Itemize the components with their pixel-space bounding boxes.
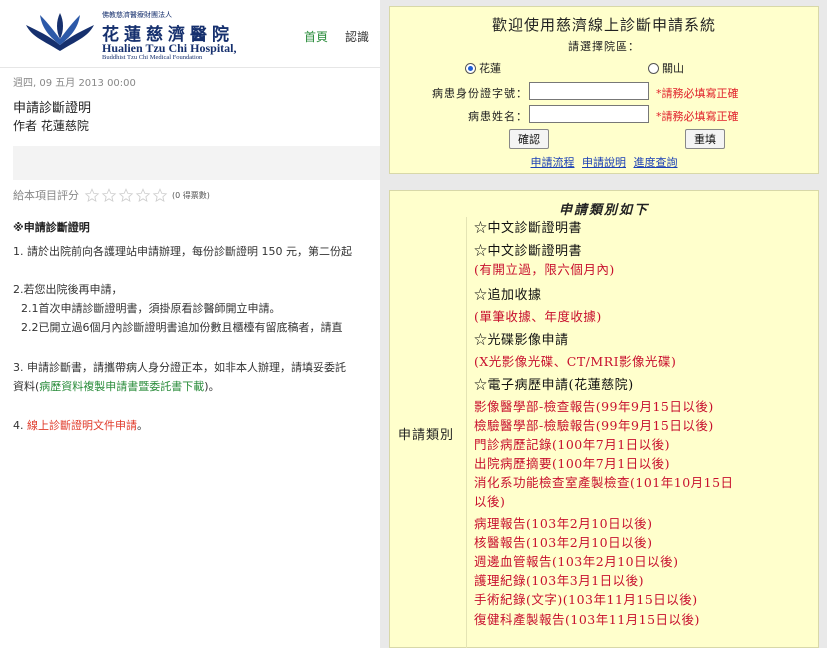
article-author: 作者 花蓮慈院 (13, 119, 89, 133)
rating-count: (0 得票數) (172, 190, 210, 200)
patient-id-required-note: *請務必填寫正確 (656, 87, 739, 100)
categories-title: 申請類別如下 (558, 203, 649, 218)
rating-star-icon[interactable] (135, 187, 151, 203)
article-date: 週四, 09 五月 2013 00:00 (13, 78, 136, 89)
instruction-item-2: 2.若您出院後再申請， (13, 283, 123, 296)
category-heading: ☆光碟影像申請 (474, 333, 569, 348)
campus-radio-guanshan[interactable]: 關山 (648, 60, 684, 76)
category-item: 護理紀錄(103年3月1日以後) (474, 573, 645, 588)
form-download-link[interactable]: 病歷資料複製申請書暨委託書下載 (39, 380, 204, 393)
radio-icon[interactable] (465, 62, 476, 74)
category-heading: ☆中文診斷證明書 (474, 244, 583, 259)
article-page: 佛教慈濟醫療財團法人 花蓮慈濟醫院 Hualien Tzu Chi Hospit… (0, 0, 380, 648)
site-header: 佛教慈濟醫療財團法人 花蓮慈濟醫院 Hualien Tzu Chi Hospit… (0, 0, 380, 68)
category-item: (單筆收據、年度收據) (474, 309, 602, 324)
lotus-hands-icon (26, 13, 94, 51)
progress-query-link[interactable]: 進度查詢 (634, 156, 678, 169)
hospital-logo[interactable]: 佛教慈濟醫療財團法人 花蓮慈濟醫院 Hualien Tzu Chi Hospit… (24, 7, 244, 63)
category-heading: ☆中文診斷證明書 (474, 221, 583, 236)
instruction-item-2-1: 2.1首次申請診斷證明書，須掛原看診醫師開立申請。 (21, 302, 281, 315)
rating-widget: 給本項目評分 (0 得票數) (13, 186, 210, 204)
application-form-panel: 歡迎使用慈濟線上診斷申請系統 請選擇院區： 花蓮 關山 病患身份證字號： *請務… (389, 6, 819, 174)
nav-about-link[interactable]: 認識 (345, 28, 369, 45)
patient-name-label: 病患姓名： (468, 110, 528, 123)
category-item: 以後) (474, 494, 506, 509)
category-item: 手術紀錄(文字)(103年11月15日以後) (474, 592, 698, 607)
patient-id-input[interactable] (529, 82, 649, 100)
rating-star-icon[interactable] (84, 187, 100, 203)
radio-icon[interactable] (648, 62, 659, 74)
reset-button[interactable]: 重填 (685, 129, 725, 149)
rating-star-icon[interactable] (101, 187, 117, 203)
article-title: 申請診斷證明 (13, 101, 92, 116)
category-item: 門診病歷記錄(100年7月1日以後) (474, 437, 671, 452)
instruction-item-3: 3. 申請診斷書，請攜帶病人身分證正本，如非本人辦理，請填妥委託 (13, 361, 346, 374)
category-item: 週邊血管報告(103年2月10日以後) (474, 554, 679, 569)
patient-name-input[interactable] (529, 105, 649, 123)
instruction-item-4: 4. 線上診斷證明文件申請。 (13, 419, 148, 432)
categories-panel: 申請類別如下 申請類別 ☆中文診斷證明書 ☆中文診斷證明書 (有開立過，限六個月內)… (389, 190, 819, 648)
categories-row-label: 申請類別 (398, 428, 455, 443)
confirm-button[interactable]: 確認 (509, 129, 549, 149)
rating-stars (83, 187, 168, 203)
instruction-item-3-cont: 資料(病歷資料複製申請書暨委託書下載)。 (13, 380, 220, 393)
logo-english-foundation: Buddhist Tzu Chi Medical Foundation (102, 54, 203, 61)
instructions-link[interactable]: 申請說明 (582, 156, 626, 169)
category-item: 核醫報告(103年2月10日以後) (474, 535, 653, 550)
campus-radio-hualien[interactable]: 花蓮 (465, 60, 501, 76)
categories-divider (466, 217, 467, 648)
system-title: 歡迎使用慈濟線上診斷申請系統 (491, 16, 716, 34)
help-links: 申請流程 申請說明 進度查詢 (390, 154, 818, 170)
nav-home-link[interactable]: 首頁 (304, 28, 328, 45)
patient-name-required-note: *請務必填寫正確 (656, 110, 739, 123)
application-window: 歡迎使用慈濟線上診斷申請系統 請選擇院區： 花蓮 關山 病患身份證字號： *請務… (380, 0, 827, 648)
category-item: 影像醫學部-檢查報告(99年9月15日以後) (474, 399, 714, 414)
rating-star-icon[interactable] (152, 187, 168, 203)
category-item: 檢驗醫學部-檢驗報告(99年9月15日以後) (474, 418, 714, 433)
online-application-link[interactable]: 線上診斷證明文件申請 (27, 419, 137, 432)
section-heading: ※申請診斷證明 (13, 221, 90, 234)
category-item: (X光影像光碟、CT/MRI影像光碟) (474, 354, 677, 369)
category-heading: ☆追加收據 (474, 288, 542, 303)
rating-label: 給本項目評分 (13, 189, 79, 202)
rating-star-icon[interactable] (118, 187, 134, 203)
instruction-item-1: 1. 請於出院前向各護理站申請辦理，每份診斷證明 150 元，第二份起 (13, 245, 352, 258)
category-item: 病理報告(103年2月10日以後) (474, 516, 653, 531)
category-item: (有開立過，限六個月內) (474, 262, 615, 277)
category-item: 出院病歷摘要(100年7月1日以後) (474, 456, 671, 471)
campus-choose-label: 請選擇院區： (568, 40, 640, 53)
article-toolbar-area (13, 146, 380, 180)
category-item: 消化系功能檢查室產製檢查(101年10月15日 (474, 475, 734, 490)
category-item: 復健科產製報告(103年11月15日以後) (474, 612, 700, 627)
instruction-item-2-2: 2.2已開立過6個月內診斷證明書追加份數且櫃檯有留底稿者，請直 (21, 321, 343, 334)
category-heading: ☆電子病歷申請(花蓮慈院) (474, 378, 634, 393)
patient-id-label: 病患身份證字號： (432, 87, 528, 100)
process-link[interactable]: 申請流程 (531, 156, 575, 169)
logo-foundation-text: 佛教慈濟醫療財團法人 (102, 11, 172, 19)
